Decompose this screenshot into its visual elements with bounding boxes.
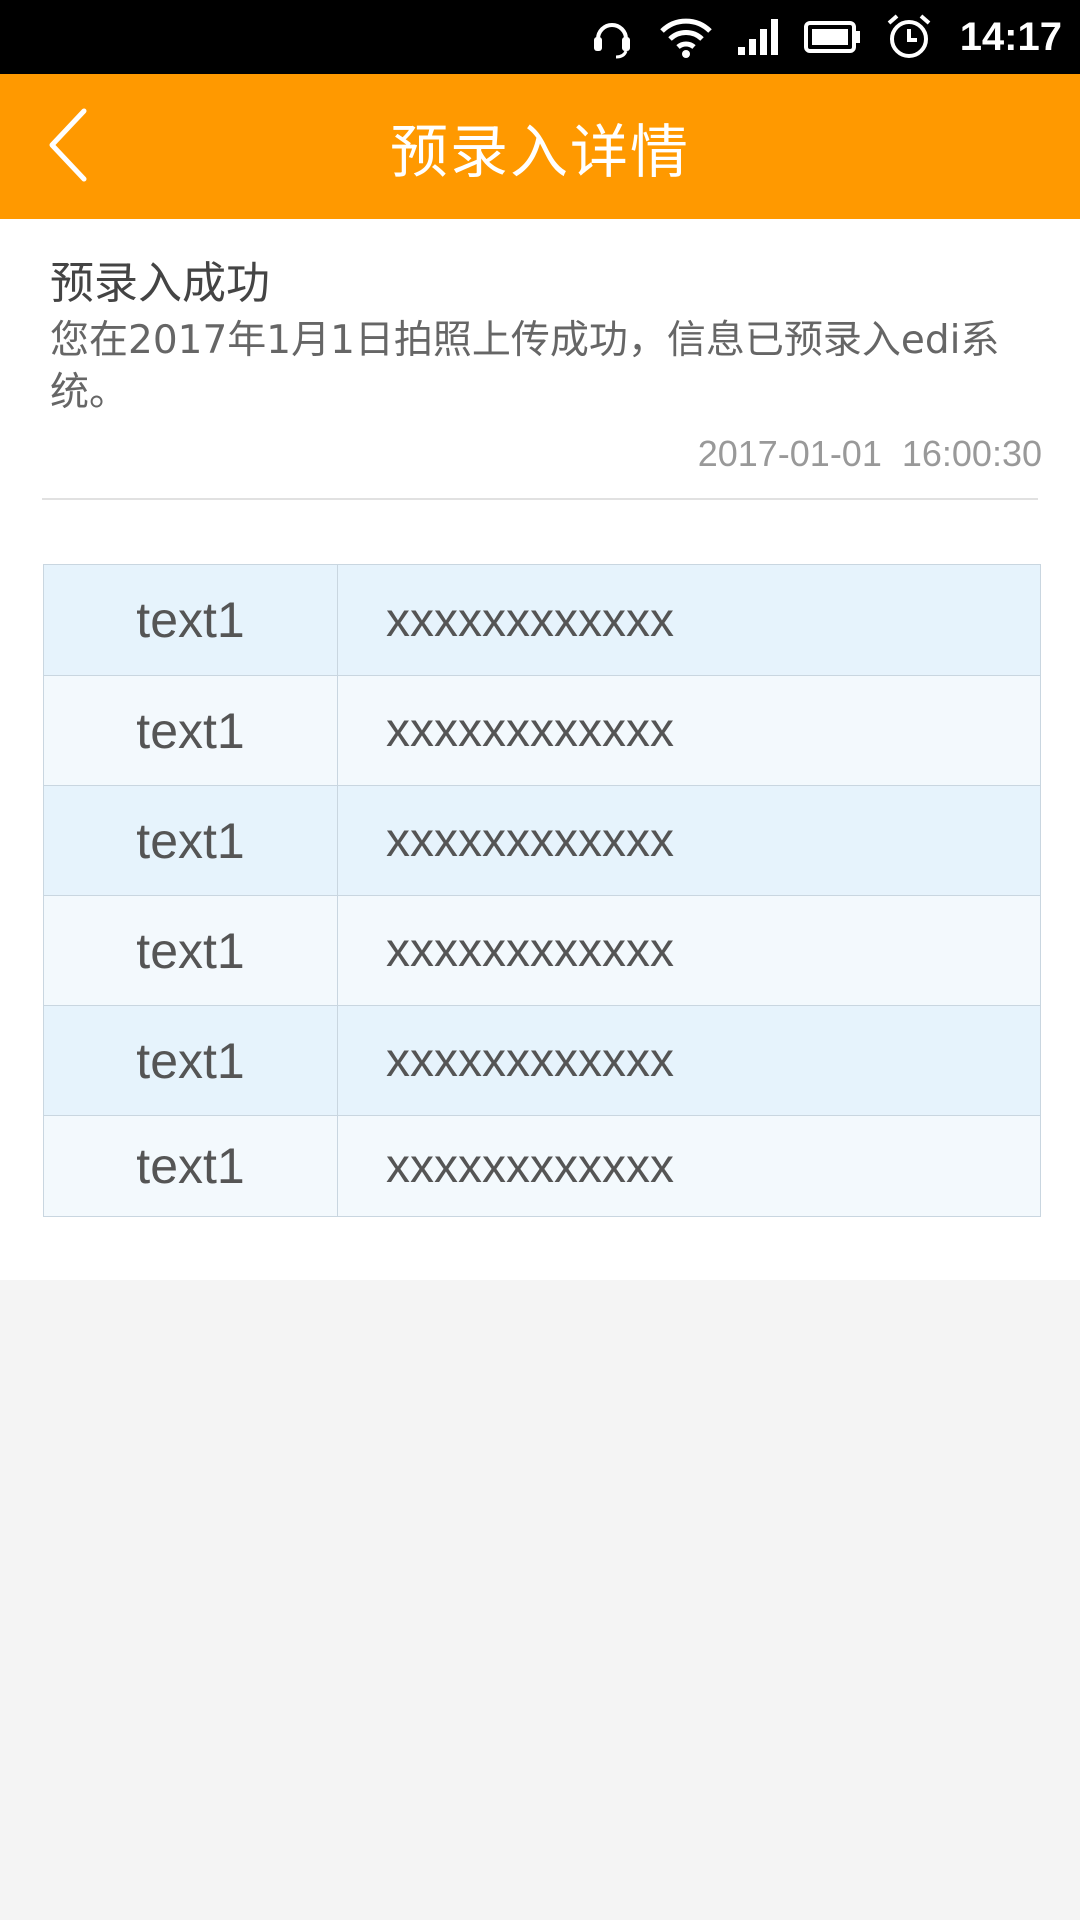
row-label: text1 <box>44 786 338 895</box>
table-row: text1 xxxxxxxxxxxx <box>44 1115 1040 1216</box>
info-table: text1 xxxxxxxxxxxx text1 xxxxxxxxxxxx te… <box>43 564 1041 1217</box>
divider <box>42 498 1038 500</box>
table-row: text1 xxxxxxxxxxxx <box>44 675 1040 785</box>
page-title: 预录入详情 <box>389 117 690 186</box>
row-value: xxxxxxxxxxxx <box>386 1139 674 1193</box>
row-value: xxxxxxxxxxxx <box>386 704 674 757</box>
message-title: 预录入成功 <box>50 258 270 309</box>
detail-card: 预录入成功 您在2017年1月1日拍照上传成功，信息已预录入edi系统。 201… <box>0 219 1080 1280</box>
message-timestamp: 2017-01-01 16:00:30 <box>697 433 1042 474</box>
table-row: text1 xxxxxxxxxxxx <box>44 895 1040 1005</box>
row-value: xxxxxxxxxxxx <box>386 593 674 647</box>
row-label: text1 <box>44 565 338 675</box>
back-button[interactable] <box>30 74 140 219</box>
row-value: xxxxxxxxxxxx <box>386 1034 674 1087</box>
table-row: text1 xxxxxxxxxxxx <box>44 785 1040 895</box>
row-label: text1 <box>44 896 338 1005</box>
row-label: text1 <box>44 676 338 785</box>
row-label: text1 <box>44 1116 338 1216</box>
chevron-left-icon <box>46 107 90 187</box>
row-label: text1 <box>44 1006 338 1115</box>
battery-icon <box>803 0 862 74</box>
title-bar: 预录入详情 <box>0 74 1080 219</box>
wifi-icon <box>658 0 714 74</box>
table-row: text1 xxxxxxxxxxxx <box>44 1005 1040 1115</box>
row-value: xxxxxxxxxxxx <box>386 814 674 867</box>
table-row: text1 xxxxxxxxxxxx <box>44 565 1040 675</box>
message-body: 您在2017年1月1日拍照上传成功，信息已预录入edi系统。 <box>50 318 1000 415</box>
signal-icon <box>736 0 782 74</box>
status-bar: 14:17 <box>0 0 1080 74</box>
status-time: 14:17 <box>959 14 1062 59</box>
headset-icon <box>588 0 636 74</box>
row-value: xxxxxxxxxxxx <box>386 924 674 977</box>
alarm-icon <box>884 0 934 74</box>
